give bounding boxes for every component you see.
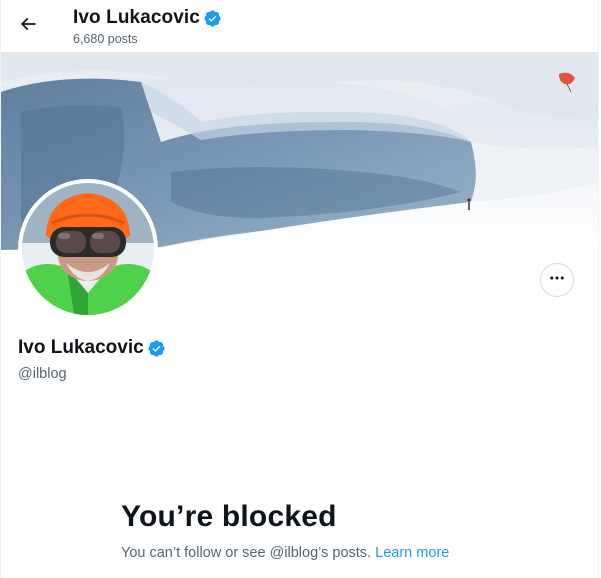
verified-badge-icon[interactable]: [147, 339, 166, 358]
top-bar: Ivo Lukacovic 6,680 posts: [1, 0, 598, 52]
profile-name-row: Ivo Lukacovic: [18, 337, 166, 359]
arrow-left-icon: [18, 14, 38, 39]
profile-name: Ivo Lukacovic: [18, 337, 144, 358]
back-button[interactable]: [11, 9, 45, 43]
profile-avatar[interactable]: [18, 179, 158, 319]
blocked-description-row: You can’t follow or see @ilblog’s posts.…: [121, 545, 449, 561]
more-options-icon: [548, 269, 566, 292]
avatar-image: [22, 183, 154, 315]
header-name-row: Ivo Lukacovic: [73, 5, 222, 31]
blocked-description: You can’t follow or see @ilblog’s posts.: [121, 545, 372, 561]
blocked-title: You’re blocked: [121, 500, 337, 533]
posts-count: 6,680 posts: [73, 32, 138, 46]
learn-more-link[interactable]: Learn more: [375, 545, 449, 561]
header-name: Ivo Lukacovic: [73, 7, 200, 28]
profile-page: Ivo Lukacovic 6,680 posts Ivo Lukacovic …: [0, 0, 599, 578]
more-options-button[interactable]: [540, 263, 574, 297]
header-titles: Ivo Lukacovic 6,680 posts: [73, 5, 222, 46]
verified-badge-icon: [203, 9, 222, 28]
profile-handle: @ilblog: [18, 366, 67, 382]
